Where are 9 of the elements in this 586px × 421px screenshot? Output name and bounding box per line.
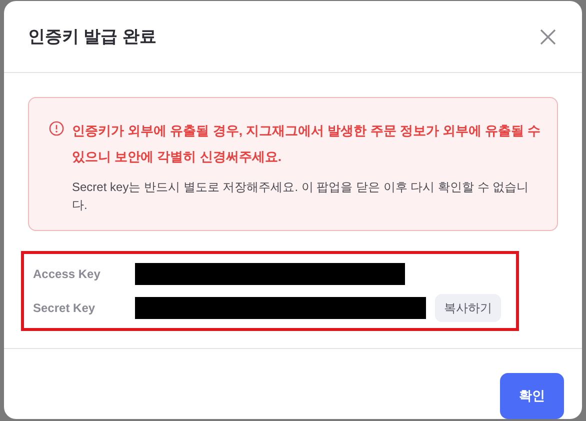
copy-button[interactable]: 복사하기 <box>435 294 501 322</box>
key-label: Access Key <box>33 266 102 283</box>
close-icon[interactable] <box>538 26 558 46</box>
warning-note: Secret key는 반드시 별도로 저장해주세요. 이 팝업을 닫은 이후 다시 확인할 수 없습니다. <box>72 179 530 214</box>
dialog-title: 인증키 발급 완료 <box>28 26 156 48</box>
warning-icon <box>49 121 64 136</box>
confirm-button[interactable]: 확인 <box>500 373 564 419</box>
key-label: Secret Key <box>33 300 96 317</box>
warning-text: 인증키가 외부에 유출될 경우, 지그재그에서 발생한 주문 정보가 외부에 유출될 수 있으니 보안에 각별히 신경써주세요. <box>72 122 542 166</box>
